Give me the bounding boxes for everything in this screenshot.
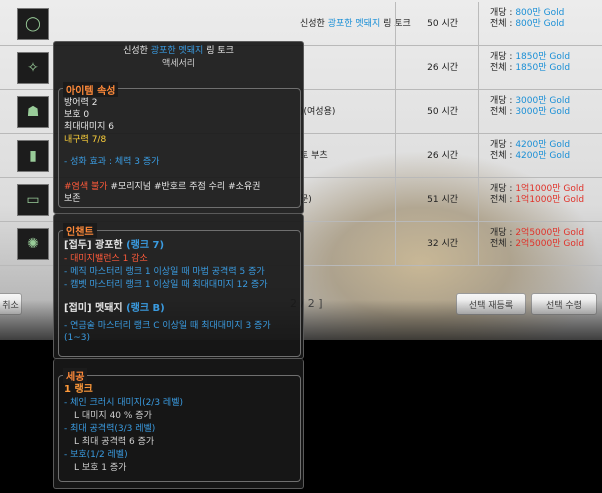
item-tooltip-enchant: 인챈트 [접두] 광포한 (랭크 7) - 대미지밸런스 1 감소 - 메직 마… — [53, 214, 304, 359]
craft-line: - 최대 공격력(3/3 레벨) — [64, 424, 156, 434]
column-divider — [478, 134, 479, 178]
time-left: 26 시간 — [427, 63, 458, 73]
item-name: )(여성용) — [300, 107, 336, 117]
prefix-line-3: - 캠벳 마스터리 랭크 1 이상일 때 최대대미지 12 증가 — [64, 280, 268, 290]
max-damage-stat: 최대대미지 6 — [64, 122, 114, 132]
column-divider — [395, 90, 396, 134]
time-left: 50 시간 — [427, 107, 458, 117]
column-divider — [478, 90, 479, 134]
craft-line: - 보호(1/2 레벨) — [64, 450, 128, 460]
suffix-line-1: - 연금술 마스터리 랭크 C 이상일 때 최대대미지 3 증가 — [64, 321, 271, 331]
gem-icon: ✺ — [17, 228, 49, 260]
time-left: 32 시간 — [427, 239, 458, 249]
column-divider — [478, 2, 479, 46]
suffix-line-2: (1~3) — [64, 333, 91, 343]
boots-icon: ▮ — [17, 140, 49, 172]
restrictions: #염색 불가 #모리지넘 #반호르 주점 수리 #소유권 — [64, 182, 261, 192]
scroll-icon: ▭ — [17, 184, 49, 216]
time-left: 50 시간 — [427, 19, 458, 29]
price: 개당 : 1억1000만 Gold 전체 : 1억1000만 Gold — [490, 184, 585, 205]
prefix-line-1: - 대미지밸런스 1 감소 — [64, 254, 148, 264]
craft-line: L 대미지 40 % 증가 — [74, 411, 152, 421]
ring-icon: ◯ — [17, 8, 49, 40]
enchant-header: 인챈트 — [63, 223, 97, 238]
restrictions-cont: 보존 — [64, 194, 81, 204]
figure-icon: ☗ — [17, 96, 49, 128]
column-divider — [478, 222, 479, 266]
craft-rank: 1 랭크 — [64, 384, 93, 395]
column-divider — [395, 178, 396, 222]
time-left: 51 시간 — [427, 195, 458, 205]
item-category: 액세서리 — [161, 59, 196, 69]
refine-effect: - 성화 효과 : 체력 3 증가 — [64, 157, 160, 167]
column-divider — [478, 178, 479, 222]
time-left: 26 시간 — [427, 151, 458, 161]
defense-stat: 방어력 2 — [64, 98, 98, 108]
item-tooltip-craft: 세공 1 랭크 - 체인 크러시 대미지(2/3 레벨) L 대미지 40 % 증… — [53, 359, 304, 489]
prefix-enchant: [접두] 광포한 (랭크 7) — [64, 240, 165, 251]
durability-stat: 내구력 7/8 — [64, 135, 107, 145]
auction-row[interactable]: ◯ 신성한 광포한 멧돼지 링 토크 50 시간 개당 : 800만 Gold 전체 :… — [0, 2, 602, 46]
item-tooltip-main: 신성한 광포한 멧돼지 링 토크 액세서리 아이템 속성 방어력 2 보호 0 … — [53, 41, 304, 214]
price: 개당 : 3000만 Gold 전체 : 3000만 Gold — [490, 96, 571, 117]
column-divider — [395, 222, 396, 266]
price: 개당 : 800만 Gold 전체 : 800만 Gold — [490, 8, 565, 29]
price: 개당 : 2억5000만 Gold 전체 : 2억5000만 Gold — [490, 228, 585, 249]
protection-stat: 보호 0 — [64, 110, 90, 120]
prefix-line-2: - 메직 마스터리 랭크 1 이상일 때 마법 공격력 5 증가 — [64, 267, 265, 277]
column-divider — [395, 46, 396, 90]
price: 개당 : 1850만 Gold 전체 : 1850만 Gold — [490, 52, 571, 73]
item-title: 신성한 광포한 멧돼지 링 토크 — [123, 46, 234, 56]
price: 개당 : 4200만 Gold 전체 : 4200만 Gold — [490, 140, 571, 161]
column-divider — [395, 134, 396, 178]
craft-line: L 최대 공격력 6 증가 — [74, 437, 155, 447]
craft-header: 세공 — [63, 368, 88, 383]
craft-line: - 체인 크러시 대미지(2/3 레벨) — [64, 398, 183, 408]
column-divider — [478, 46, 479, 90]
craft-line: L 보호 1 증가 — [74, 463, 127, 473]
wings-icon: ✧ — [17, 52, 49, 84]
item-name: 토 부츠 — [300, 151, 328, 161]
suffix-enchant: [접미] 멧돼지 (랭크 B) — [64, 303, 165, 314]
attribute-header: 아이템 속성 — [63, 82, 119, 97]
column-divider — [395, 2, 396, 46]
